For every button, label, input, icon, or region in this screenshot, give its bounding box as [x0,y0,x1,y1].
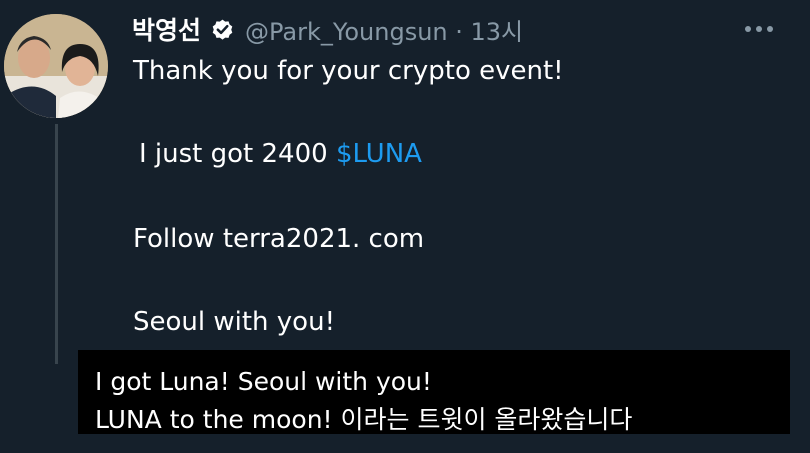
subtitle-line-1: I got Luna! Seoul with you! [95,367,432,396]
tweet-text-line-2: I just got 2400 $LUNA [139,139,422,169]
subtitle-line-2: LUNA to the moon! 이라는 트윗이 올라왔습니다 [95,405,633,434]
cashtag-link[interactable]: $LUNA [336,139,422,169]
avatar[interactable] [4,14,108,118]
more-options-icon[interactable] [745,24,777,34]
thread-line [55,124,58,364]
verified-badge-icon [212,19,233,40]
tweet-header: 박영선 @Park_Youngsun · 13시 [132,12,523,46]
tweet-text-segment: I just got 2400 [139,139,336,169]
handle-and-time[interactable]: @Park_Youngsun · 13시 [245,12,523,47]
tweet-text-line-3: Follow terra2021. com [133,224,425,254]
tweet-text-line-1: Thank you for your crypto event! [133,56,564,86]
author-name[interactable]: 박영선 [132,11,201,47]
tweet-text-line-4: Seoul with you! [133,307,335,337]
